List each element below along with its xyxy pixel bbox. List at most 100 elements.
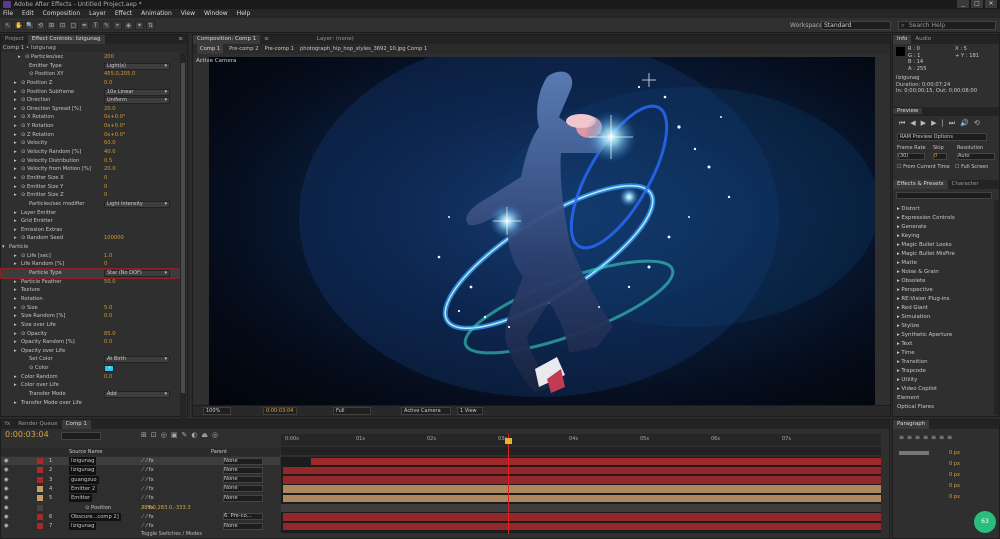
eraser-tool-icon[interactable]: ◈: [124, 21, 133, 30]
timeline-timecode[interactable]: 0:00:03:04: [5, 430, 49, 439]
effects-category-item[interactable]: ▸ Trapcode: [893, 367, 993, 376]
timeline-layer-row[interactable]: ◉ 1 lizigunag ⟋ ⁄ fx None: [1, 457, 280, 466]
effect-property-value[interactable]: 0: [104, 191, 107, 200]
disclosure-triangle-icon[interactable]: ▸: [14, 105, 17, 114]
breadcrumb-photo-comp[interactable]: photograph_hip_hop_styles_3692_10.jpg Co…: [300, 44, 427, 54]
disclosure-triangle-icon[interactable]: ▸: [14, 139, 17, 148]
effect-property-value[interactable]: 0x+0.0°: [104, 122, 126, 131]
effect-property-row[interactable]: ▸ ⊙ Emitter Size Z 0: [1, 191, 181, 200]
effect-property-value[interactable]: 20.0: [104, 165, 116, 174]
effect-property-value[interactable]: 0: [104, 183, 107, 192]
layer-name[interactable]: lizigunag: [69, 522, 97, 531]
playhead-handle[interactable]: [505, 438, 512, 444]
color-swatch-button[interactable]: [104, 365, 114, 373]
effect-property-row[interactable]: ▸ ⊙ Size 5.0: [1, 304, 181, 313]
layer-parent-dropdown[interactable]: None: [223, 485, 263, 493]
visibility-eye-icon[interactable]: ◉: [4, 494, 9, 502]
disclosure-triangle-icon[interactable]: ▸: [14, 260, 17, 269]
effect-property-row[interactable]: ▸ Size over Life: [1, 321, 181, 330]
zoom-dropdown[interactable]: 100%: [203, 407, 231, 415]
tab-character[interactable]: Character: [947, 180, 983, 189]
tab-audio[interactable]: Audio: [911, 35, 936, 44]
layer-name[interactable]: ⊙ Position: [85, 504, 111, 512]
effects-category-item[interactable]: ▸ Video Copilot: [893, 385, 993, 394]
disclosure-triangle-icon[interactable]: ▸: [14, 278, 17, 287]
effect-property-row[interactable]: ▸ ⊙ Life [sec] 1.0: [1, 252, 181, 261]
effect-property-row[interactable]: ▾ Particle: [1, 243, 181, 252]
disclosure-triangle-icon[interactable]: ▸: [14, 191, 17, 200]
disclosure-triangle-icon[interactable]: ▸: [18, 53, 21, 62]
visibility-eye-icon[interactable]: ◉: [4, 522, 9, 530]
effect-property-row[interactable]: ▸ Grid Emitter: [1, 217, 181, 226]
layer-bars-area[interactable]: [281, 457, 881, 533]
shape-tool-icon[interactable]: □: [69, 21, 78, 30]
effect-property-row[interactable]: ▸ Size Random [%] 0.0: [1, 312, 181, 321]
tab-render-queue[interactable]: Render Queue: [14, 420, 62, 429]
viewer-menu-icon[interactable]: ≡: [260, 35, 273, 44]
viewer-timecode[interactable]: 0:00:03:04: [263, 407, 297, 415]
visibility-eye-icon[interactable]: ◉: [4, 485, 9, 493]
effect-property-row[interactable]: ▸ ⊙ Z Rotation 0x+0.0°: [1, 131, 181, 140]
layer-switches[interactable]: ⟋ ⁄ fx: [141, 485, 154, 493]
disclosure-triangle-icon[interactable]: ▸: [14, 252, 17, 261]
effect-property-dropdown[interactable]: Add: [104, 390, 170, 398]
effect-property-value[interactable]: 5.0: [104, 304, 112, 313]
effect-property-row[interactable]: ▸ ⊙ Velocity 60.0: [1, 139, 181, 148]
clone-stamp-tool-icon[interactable]: ⌖: [113, 21, 122, 30]
menu-effect[interactable]: Effect: [115, 9, 132, 18]
effect-property-row[interactable]: Set Color At Birth: [1, 355, 181, 364]
layer-parent-dropdown[interactable]: 6. Pre-co...: [223, 513, 263, 521]
disclosure-triangle-icon[interactable]: ▸: [14, 373, 17, 382]
maximize-button[interactable]: □: [971, 0, 983, 8]
effect-property-value[interactable]: 20.0: [104, 105, 116, 114]
disclosure-triangle-icon[interactable]: ▸: [14, 338, 17, 347]
disclosure-triangle-icon[interactable]: ▸: [14, 295, 17, 304]
effect-property-row[interactable]: Transfer Mode Add: [1, 390, 181, 399]
effect-property-row[interactable]: ⊙ Color: [1, 364, 181, 373]
effect-property-value[interactable]: 40.0: [104, 148, 116, 157]
effect-property-row[interactable]: ▸ ⊙ X Rotation 0x+0.0°: [1, 113, 181, 122]
effect-property-row[interactable]: ▸ ⊙ Velocity Random [%] 40.0: [1, 148, 181, 157]
menu-window[interactable]: Window: [204, 9, 228, 18]
preview-resolution-select[interactable]: Auto: [957, 153, 995, 160]
hand-tool-icon[interactable]: ✋: [14, 21, 23, 30]
tab-composition[interactable]: Composition: Comp 1: [193, 35, 261, 44]
timeline-search-input[interactable]: [61, 432, 101, 440]
visibility-eye-icon[interactable]: ◉: [4, 476, 9, 484]
layer-label-color[interactable]: [37, 523, 43, 530]
layer-name[interactable]: guangzuo: [69, 475, 99, 484]
timeline-layer-row[interactable]: ◉ ⊙ Position ⟋ ⁄ fx 309.0,283.0,-333.3: [1, 503, 280, 512]
effect-property-row[interactable]: ▸ ⊙ Random Seed 100000: [1, 234, 181, 243]
effects-scrollbar[interactable]: [994, 200, 999, 415]
effects-category-item[interactable]: Element: [893, 394, 993, 403]
disclosure-triangle-icon[interactable]: ▸: [14, 234, 17, 243]
disclosure-triangle-icon[interactable]: ▸: [14, 157, 17, 166]
tab-layer[interactable]: Layer: (none): [312, 35, 358, 44]
effect-controls-scrollbar[interactable]: [180, 53, 186, 445]
effects-category-item[interactable]: ▸ Magic Bullet MisFire: [893, 250, 993, 259]
effect-property-row[interactable]: ▸ Color Random 0.0: [1, 373, 181, 382]
tab-info[interactable]: Info: [893, 35, 912, 44]
zoom-tool-icon[interactable]: 🔍: [25, 21, 34, 30]
effect-property-value[interactable]: 0.0: [104, 373, 112, 382]
effect-property-value[interactable]: 85.0: [104, 330, 116, 339]
effect-property-row[interactable]: ▸ Transfer Mode over Life: [1, 399, 181, 408]
effects-category-item[interactable]: ▸ RE:Vision Plug-ins: [893, 295, 993, 304]
breadcrumb-comp-1[interactable]: Comp 1: [197, 44, 224, 54]
effect-property-value[interactable]: 0.0: [104, 79, 112, 88]
disclosure-triangle-icon[interactable]: ▸: [14, 399, 17, 408]
roto-brush-tool-icon[interactable]: ✦: [135, 21, 144, 30]
tab-fx[interactable]: fx: [1, 420, 15, 429]
layer-duration-bar[interactable]: [311, 457, 881, 465]
effect-property-dropdown[interactable]: Star (No DOF): [104, 270, 170, 278]
effects-category-item[interactable]: ▸ Synthetic Aperture: [893, 331, 993, 340]
effect-property-row[interactable]: ▸ ⊙ Velocity Distribution 0.5: [1, 157, 181, 166]
effects-search-input[interactable]: [896, 192, 992, 199]
menu-composition[interactable]: Composition: [43, 9, 80, 18]
effect-property-value[interactable]: 1.0: [104, 252, 112, 261]
disclosure-triangle-icon[interactable]: ▸: [14, 88, 17, 97]
layer-label-color[interactable]: [37, 485, 43, 492]
layer-duration-bar[interactable]: [281, 504, 881, 512]
disclosure-triangle-icon[interactable]: ▸: [14, 165, 17, 174]
effects-category-item[interactable]: ▸ Stylize: [893, 322, 993, 331]
